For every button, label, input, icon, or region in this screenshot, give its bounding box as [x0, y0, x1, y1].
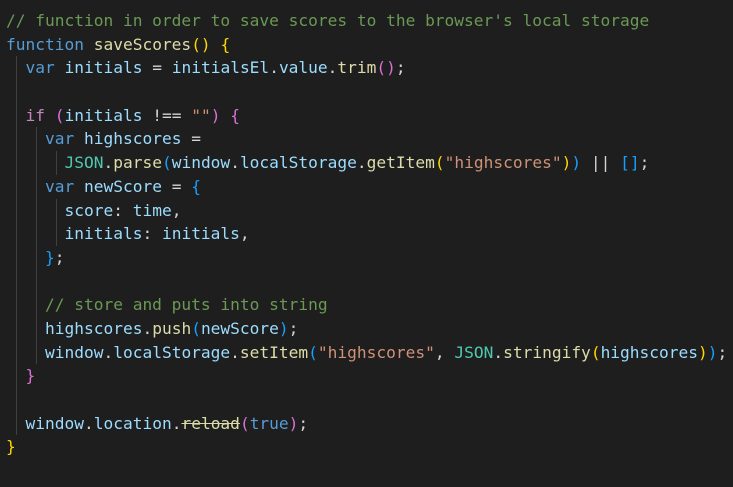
- operator: ||: [590, 153, 611, 173]
- identifier: JSON: [64, 153, 104, 173]
- operator: =: [191, 129, 201, 149]
- method-name: getItem: [366, 153, 435, 173]
- code-line-18[interactable]: window.location.reload(true);: [0, 411, 733, 436]
- identifier: JSON: [454, 342, 494, 362]
- code-line-7[interactable]: JSON.parse(window.localStorage.getItem("…: [0, 151, 733, 175]
- code-line-19[interactable]: }: [0, 435, 733, 459]
- method-name: reload: [181, 413, 240, 433]
- identifier: highscores: [83, 129, 182, 149]
- code-line-12[interactable]: [0, 269, 733, 294]
- string: "highscores": [317, 342, 435, 362]
- identifier: window: [25, 413, 84, 433]
- identifier: highscores: [600, 342, 699, 362]
- keyword: function: [6, 34, 84, 54]
- method-name: parse: [113, 153, 162, 173]
- keyword: var: [25, 58, 55, 78]
- keyword: true: [249, 413, 289, 433]
- identifier: time: [132, 200, 172, 220]
- method-name: trim: [337, 58, 377, 78]
- identifier: newScore: [200, 318, 279, 338]
- code-line-5[interactable]: if (initials !== "") {: [0, 103, 733, 128]
- identifier: highscores: [44, 318, 143, 338]
- code-line-17[interactable]: [0, 388, 733, 412]
- code-line-15[interactable]: window.localStorage.setItem("highscores"…: [0, 340, 733, 365]
- method-name: push: [152, 318, 192, 338]
- identifier: initialsEl: [171, 58, 270, 78]
- keyword: var: [44, 176, 75, 196]
- identifier: initials: [64, 105, 143, 125]
- operator: !==: [152, 105, 182, 125]
- comment: // store and puts into string: [44, 295, 328, 315]
- comment: // function in order to save scores to t…: [6, 11, 650, 30]
- identifier: score: [64, 200, 114, 220]
- identifier: newScore: [83, 176, 162, 196]
- identifier: localStorage: [239, 153, 357, 173]
- keyword: var: [44, 129, 75, 149]
- code-line-8[interactable]: var newScore = {: [0, 174, 733, 199]
- code-line-9[interactable]: score: time,: [0, 198, 733, 223]
- code-line-4[interactable]: [0, 80, 733, 104]
- identifier: location: [93, 413, 172, 433]
- identifier: window: [44, 342, 104, 362]
- operator: =: [152, 58, 162, 78]
- keyword: if: [25, 105, 46, 125]
- method-name: stringify: [503, 342, 591, 362]
- string: "": [191, 105, 211, 125]
- code-editor[interactable]: // function in order to save scores to t…: [0, 0, 733, 487]
- code-line-14[interactable]: highscores.push(newScore);: [0, 316, 733, 341]
- code-line-2[interactable]: function saveScores() {: [0, 33, 733, 57]
- string: "highscores": [444, 153, 562, 173]
- code-line-13[interactable]: // store and puts into string: [0, 293, 733, 317]
- identifier: initials: [161, 224, 240, 244]
- method-name: setItem: [239, 342, 309, 362]
- identifier: value: [278, 58, 328, 78]
- function-name: saveScores: [93, 34, 192, 54]
- code-line-16[interactable]: }: [0, 364, 733, 388]
- identifier: window: [171, 153, 231, 173]
- identifier: initials: [64, 58, 143, 78]
- code-line-6[interactable]: var highscores =: [0, 127, 733, 152]
- code-line-10[interactable]: initials: initials,: [0, 222, 733, 246]
- code-line-3[interactable]: var initials = initialsEl.value.trim();: [0, 56, 733, 81]
- identifier: localStorage: [113, 342, 231, 362]
- identifier: initials: [64, 224, 143, 244]
- code-line-11[interactable]: };: [0, 245, 733, 270]
- code-line-1[interactable]: // function in order to save scores to t…: [0, 9, 733, 33]
- operator: =: [171, 176, 182, 196]
